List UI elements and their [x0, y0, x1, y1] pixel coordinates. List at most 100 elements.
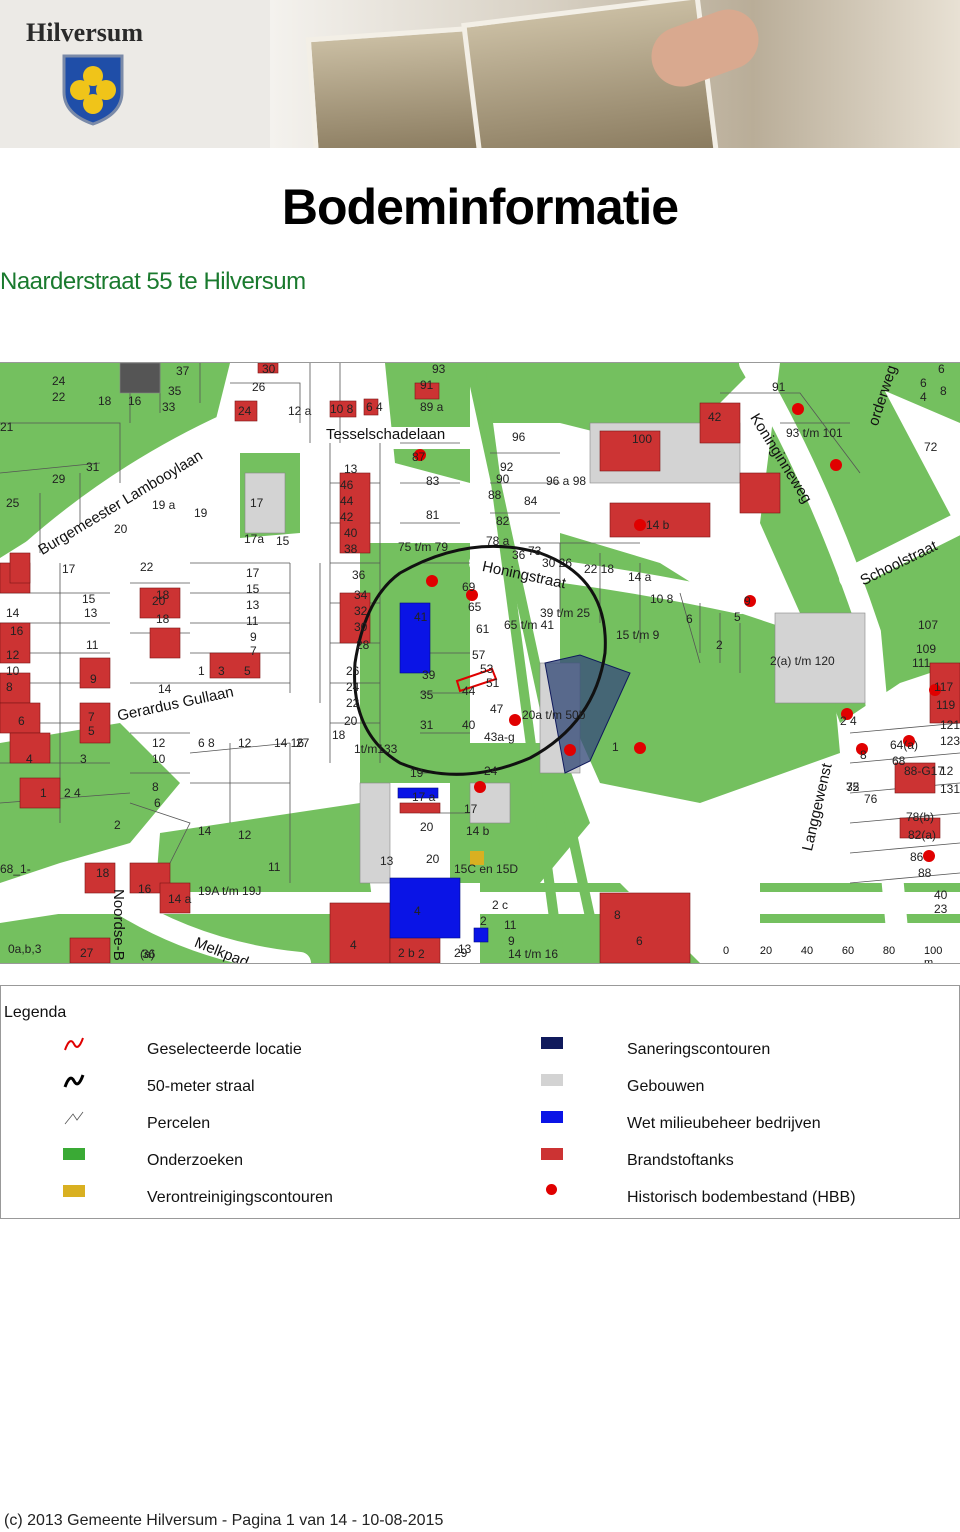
house-number: 26 — [252, 380, 266, 394]
house-number: 13 — [84, 606, 98, 620]
house-number: 32 — [354, 604, 368, 618]
house-number: 15C en 15D — [454, 862, 519, 876]
house-number: 109 — [916, 642, 937, 656]
house-number: 42 — [340, 510, 354, 524]
house-number: 2 4 — [840, 714, 857, 728]
house-number: 2 b — [398, 946, 415, 960]
red-line-icon — [64, 1037, 84, 1051]
house-number: 11 — [86, 638, 99, 652]
house-number: 38 — [344, 542, 358, 556]
house-number: 42 — [708, 410, 722, 424]
fuel-tank-building — [9, 552, 31, 584]
house-number: 11 — [268, 860, 281, 874]
house-number: 17 — [250, 496, 264, 510]
house-number: 14 a — [168, 892, 192, 906]
house-number: 7 — [88, 710, 95, 724]
house-number: 28 — [356, 638, 370, 652]
legend-label: 50-meter straal — [147, 1078, 255, 1095]
house-number: 21 — [0, 420, 14, 434]
hbb-point — [634, 742, 646, 754]
map[interactable]: Burgemeester Lambooylaan Tesselschadelaa… — [0, 362, 960, 964]
house-number: 13 — [246, 598, 260, 612]
house-number: 19 a — [152, 498, 176, 512]
hbb-point — [509, 714, 521, 726]
house-number: 2 4 — [64, 786, 81, 800]
house-number: 9 — [250, 630, 257, 644]
house-number: 29 — [454, 946, 468, 960]
house-number: 88-G17 — [904, 764, 945, 778]
house-number: 15 — [82, 592, 96, 606]
house-number: 18 — [156, 612, 170, 626]
house-number: 27 — [296, 736, 310, 750]
house-number: 12 — [6, 648, 20, 662]
house-number: 4 — [350, 938, 357, 952]
legend-label: Verontreinigingscontouren — [147, 1189, 333, 1206]
scale-tick: 100 m — [924, 945, 943, 964]
house-number: 2 — [114, 818, 121, 832]
legend-label: Saneringscontouren — [627, 1041, 771, 1058]
navy-swatch — [541, 1037, 563, 1049]
house-number: 9 — [744, 594, 751, 608]
house-number: 14 — [6, 606, 20, 620]
house-number: 6 4 — [366, 400, 383, 414]
house-number: 30 26 — [542, 556, 573, 570]
house-number: 20 — [426, 852, 440, 866]
house-number: 14 b — [646, 518, 670, 532]
house-number: 5 — [244, 664, 251, 678]
scale-tick: 40 — [800, 945, 814, 957]
house-number: 2 — [418, 947, 425, 961]
house-number: 47 — [490, 702, 504, 716]
hbb-point — [426, 575, 438, 587]
house-number: 6 8 — [198, 736, 215, 750]
house-number: 20 — [114, 522, 128, 536]
house-number: 14 t/m 16 — [508, 947, 559, 961]
legend: Legenda Geselecteerde locatie 50-meter s… — [0, 985, 960, 1219]
house-number: 93 t/m 101 — [786, 426, 843, 440]
house-number: 13 — [380, 854, 394, 868]
house-number: 39 — [422, 668, 436, 682]
house-number: 87 — [412, 450, 426, 464]
hbb-point — [634, 519, 646, 531]
house-number: 14 — [158, 682, 172, 696]
house-number: 2 — [716, 638, 723, 652]
house-number: 88 — [918, 866, 932, 880]
house-number: 17a — [244, 532, 265, 546]
fuel-tank-building — [79, 702, 111, 744]
house-number: 6 — [686, 612, 693, 626]
house-number: 24 — [238, 404, 252, 418]
house-number: 20 — [152, 594, 166, 608]
house-number: 89 a — [420, 400, 444, 414]
house-number: 19 — [194, 506, 208, 520]
house-number: 1t/m133 — [354, 742, 398, 756]
house-number: 4 — [920, 390, 927, 404]
house-number: 22 — [346, 696, 360, 710]
house-number: 30 — [354, 620, 368, 634]
house-number: 61 — [476, 622, 490, 636]
house-number: 20 — [344, 714, 358, 728]
house-number: 57 — [472, 648, 486, 662]
house-number: 24 — [484, 764, 498, 778]
house-number: 16 — [138, 882, 152, 896]
house-number: 82 — [496, 514, 510, 528]
fuel-tank-building — [149, 627, 181, 659]
house-number: 72 — [924, 440, 938, 454]
scale-tick: 80 — [882, 945, 896, 957]
house-number: 14 — [198, 824, 212, 838]
fuel-tank-building — [329, 902, 391, 963]
house-number: 22 — [52, 390, 66, 404]
red-swatch — [541, 1148, 563, 1160]
house-number: 76 — [864, 792, 878, 806]
house-number: 29 — [52, 472, 66, 486]
house-number: 91 — [772, 380, 786, 394]
scale-bar: 0 20 40 60 80 100 m — [718, 929, 960, 963]
house-number: 3 — [80, 752, 87, 766]
house-number: 12 — [152, 736, 166, 750]
house-number: 4 — [414, 904, 421, 918]
house-number: 10 8 — [330, 402, 354, 416]
house-number: 41 — [414, 610, 428, 624]
legend-label: Wet milieubeheer bedrijven — [627, 1115, 821, 1132]
house-number: 8 — [860, 748, 867, 762]
footer: (c) 2013 Gemeente Hilversum - Pagina 1 v… — [4, 1512, 444, 1529]
house-number: 2 — [480, 914, 487, 928]
house-number: 31 — [86, 460, 100, 474]
